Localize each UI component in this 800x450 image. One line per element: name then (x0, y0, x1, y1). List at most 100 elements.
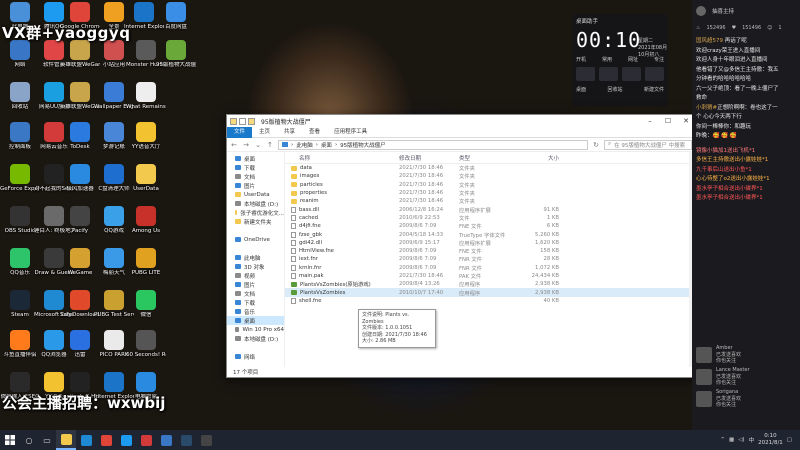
file-row[interactable]: bass.dll 2006/12/8 16:24 应用程序扩展 91 KB (285, 205, 695, 214)
taskbar-app-edge[interactable] (76, 430, 96, 450)
file-row[interactable]: cached 2010/6/9 22:53 文件 1 KB (285, 214, 695, 222)
taskbar-app-windows-store[interactable] (156, 430, 176, 450)
desktop-icon[interactable]: WeGame (62, 248, 98, 277)
file-row[interactable]: reanim 2021/7/30 18:46 文件夹 (285, 197, 695, 205)
nav-item[interactable]: OneDrive (227, 235, 284, 244)
nav-item[interactable]: 桌面 (227, 154, 284, 163)
chevron-down-icon[interactable]: ⌄ (254, 141, 262, 149)
desktop-icon[interactable]: GeForce Experience (0, 164, 40, 193)
nav-item[interactable]: 新建文件夹 (227, 217, 284, 226)
file-row[interactable]: properties 2021/7/30 18:46 文件夹 (285, 189, 695, 197)
desktop-icon[interactable]: 95版植物大战僵尸 (156, 40, 196, 69)
file-row[interactable]: data 2021/7/30 18:46 文件夹 (285, 164, 695, 172)
nav-item[interactable]: UserData (227, 190, 284, 199)
tab-home[interactable]: 主页 (252, 127, 277, 138)
desktop-icon[interactable]: Pacify (62, 206, 98, 235)
tab-view[interactable]: 查看 (302, 127, 327, 138)
desktop-icon[interactable]: 控制面板 (2, 122, 38, 151)
column-size[interactable]: 大小 (521, 154, 561, 162)
network-icon[interactable]: ▦ (729, 437, 734, 443)
chat-username[interactable]: 小刺猬# (696, 105, 717, 111)
back-arrow-icon[interactable]: ← (230, 141, 238, 149)
input-language[interactable]: 中 (749, 436, 755, 444)
column-name[interactable]: 名称 (285, 154, 395, 162)
viewer-item[interactable]: Lance Master 已发送喜欢 你也关注 (692, 366, 800, 388)
taskbar-app-steam[interactable] (176, 430, 196, 450)
window-titlebar[interactable]: 95版植物大战僵尸 – ☐ ✕ (227, 115, 695, 127)
desktop-icon[interactable]: UserData (128, 164, 164, 193)
desktop-icon[interactable]: 英雄联盟WeGame版 (60, 82, 100, 111)
desktop-icon[interactable]: 迅雷 (62, 330, 98, 359)
chevron-up-icon[interactable]: ⌃ (720, 437, 725, 443)
nav-item[interactable]: 下载 (227, 298, 284, 307)
nav-item[interactable]: 本地磁盘 (D:) (227, 334, 284, 343)
nav-item[interactable]: Win 10 Pro x64 (227, 325, 284, 334)
breadcrumb-current[interactable]: 95版植物大战僵尸 (340, 141, 386, 149)
nav-item[interactable]: 视频 (227, 271, 284, 280)
desktop-icon[interactable]: C盘清理大师 (96, 164, 132, 193)
file-row[interactable]: images 2021/7/30 18:46 文件夹 (285, 172, 695, 180)
widget-action-desktop[interactable]: 桌面 (576, 86, 586, 93)
file-row[interactable]: shell.fne 40 KB (285, 297, 695, 305)
taskbar-app-qq[interactable] (116, 430, 136, 450)
file-row[interactable]: PlantsVsZombies 2010/10/7 17:40 应用程序 2,938 … (285, 288, 695, 297)
desktop-icon[interactable]: 60 Seconds! Reatomized (126, 330, 166, 359)
nav-item[interactable]: 网络 (227, 352, 284, 361)
file-row[interactable]: fzse_gbk 2004/5/18 14:33 TrueType 字体文件 5,26… (285, 230, 695, 239)
refresh-icon[interactable]: ↻ (592, 141, 600, 149)
tab-file[interactable]: 文件 (227, 126, 253, 138)
file-row[interactable]: gdi42.dll 2009/6/9 15:17 应用程序扩展 1,620 KB (285, 239, 695, 247)
nav-item[interactable]: 桌面 (227, 316, 284, 325)
new-folder-icon[interactable] (248, 117, 255, 125)
desktop-icon[interactable]: Internet Explorer (124, 2, 164, 31)
nav-item[interactable]: 文档 (227, 289, 284, 298)
taskbar-app-file-explorer[interactable] (56, 430, 76, 450)
desktop-icon[interactable]: 梅丽天气 (96, 248, 132, 277)
nav-item[interactable]: 本地磁盘 (D:) (227, 199, 284, 208)
nav-item[interactable]: 图片 (227, 280, 284, 289)
widget-link[interactable]: 开机 (576, 56, 586, 63)
file-row[interactable]: iext.fnr 2009/8/6 7:09 FNR 文件 28 KB (285, 255, 695, 263)
widget-action-recycle[interactable]: 回收站 (607, 86, 622, 93)
file-row[interactable]: d4jfi.fne 2009/8/6 7:09 FNE 文件 6 KB (285, 222, 695, 230)
desktop-icon[interactable]: 梦游记账 (96, 122, 132, 151)
address-bar[interactable]: › 此电脑 › 桌面 › 95版植物大战僵尸 (278, 139, 588, 150)
breadcrumb-desktop[interactable]: 桌面 (321, 141, 332, 149)
widget-action-newfile[interactable]: 新建文件 (644, 86, 664, 93)
desktop-icon[interactable]: 英雄联盟WeGame版 (60, 40, 100, 69)
volume-icon[interactable]: ◁) (738, 437, 744, 443)
forward-arrow-icon[interactable]: → (242, 141, 250, 149)
taskbar-clock[interactable]: 0:10 2021/8/1 (758, 433, 783, 447)
desktop-icon[interactable]: 斗鱼直播伴侣 (2, 330, 38, 359)
desktop-icon[interactable]: YY语音大厅 (128, 122, 164, 151)
nav-item[interactable]: 3D 对象 (227, 262, 284, 271)
chat-username[interactable]: 国风超579 (696, 38, 723, 44)
up-arrow-icon[interactable]: ↑ (266, 141, 274, 149)
desktop-icon[interactable]: 网络 (2, 40, 38, 69)
start-button[interactable] (0, 430, 20, 450)
nav-item[interactable]: 音乐 (227, 307, 284, 316)
tab-app-tools[interactable]: 应用程序工具 (327, 127, 374, 138)
widget-tile[interactable] (599, 67, 618, 81)
taskbar-app-netease[interactable] (136, 430, 156, 450)
minimize-button[interactable]: – (641, 115, 659, 127)
task-view-button[interactable]: ▭ (38, 430, 56, 450)
column-date[interactable]: 修改日期 (395, 154, 455, 162)
widget-link[interactable]: 常用 (602, 56, 612, 63)
desktop-icon[interactable]: QQ游戏 (96, 206, 132, 235)
taskbar-search-button[interactable]: ○ (20, 430, 38, 450)
desktop-icon[interactable]: Among Us (128, 206, 164, 235)
nav-item[interactable]: 此电脑 (227, 253, 284, 262)
maximize-button[interactable]: ☐ (659, 115, 677, 127)
file-row[interactable]: HtmlView.fne 2009/8/6 7:09 FNE 文件 158 KB (285, 247, 695, 255)
desktop-icon[interactable]: OBS Studio (2, 206, 38, 235)
desktop-icon[interactable]: PUBG Test Server (94, 290, 134, 319)
desktop-icon[interactable]: ToDesk (62, 122, 98, 151)
desktop-icon[interactable]: 极风加速器 (62, 164, 98, 193)
file-row[interactable]: main.pak 2021/7/30 18:46 PAK 文件 24,434 KB (285, 272, 695, 280)
file-row[interactable]: particles 2021/7/30 18:46 文件夹 (285, 181, 695, 189)
desktop-icon[interactable]: QQ音乐 (2, 248, 38, 277)
nav-item[interactable]: 下载 (227, 163, 284, 172)
search-input[interactable]: ⌕ 在 95版植物大战僵尸 中搜索 (604, 139, 692, 150)
widget-tile[interactable] (645, 67, 664, 81)
